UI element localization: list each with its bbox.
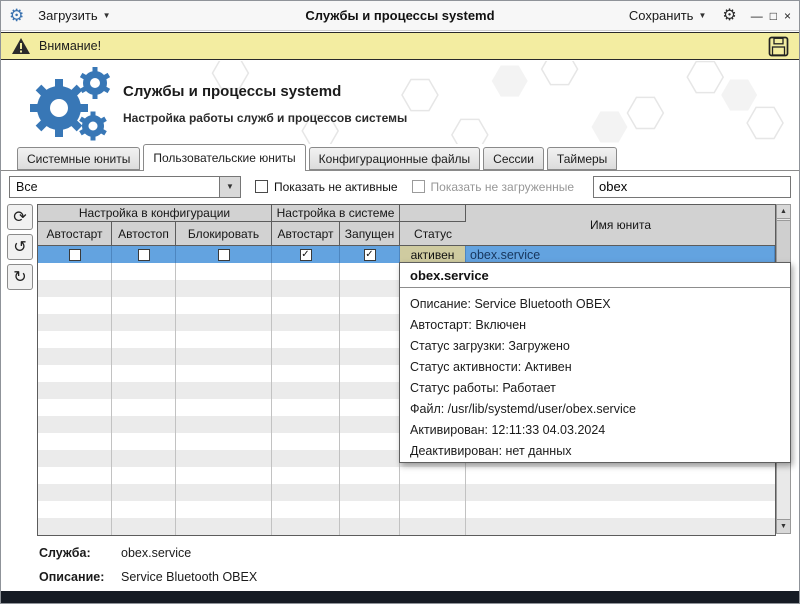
column-header-block: Блокировать bbox=[176, 222, 272, 246]
chevron-down-icon: ▼ bbox=[219, 177, 240, 197]
scope-dropdown-value: Все bbox=[10, 180, 219, 194]
unit-row-obex[interactable]: ✓ ✓ активен obex.service bbox=[38, 246, 775, 263]
block-checkbox[interactable] bbox=[218, 249, 230, 261]
checkbox-icon bbox=[412, 180, 425, 193]
titlebar: Службы и процессы systemd ⚙ Загрузить ▼ … bbox=[1, 1, 799, 31]
maximize-button[interactable]: □ bbox=[770, 10, 777, 22]
scroll-down-button[interactable]: ▼ bbox=[777, 519, 790, 533]
group-header-system: Настройка в системе bbox=[272, 205, 400, 222]
reload-button[interactable]: ↻ bbox=[7, 264, 33, 290]
show-inactive-label: Показать не активные bbox=[274, 180, 398, 194]
show-unloaded-checkbox[interactable]: Показать не загруженные bbox=[412, 180, 574, 194]
tooltip-run-status: Статус работы: Работает bbox=[410, 378, 780, 399]
load-menu-label: Загрузить bbox=[38, 8, 97, 23]
footer-service-row: Служба: obex.service bbox=[39, 546, 191, 560]
refresh-button[interactable]: ⟳ bbox=[7, 204, 33, 230]
tooltip-autostart: Автостарт: Включен bbox=[410, 315, 780, 336]
page-title: Службы и процессы systemd bbox=[123, 83, 341, 100]
show-inactive-checkbox[interactable]: Показать не активные bbox=[255, 180, 398, 194]
column-header-autostop: Автостоп bbox=[112, 222, 176, 246]
column-header-unit-name: Имя юнита bbox=[466, 205, 775, 246]
hexagon-pattern bbox=[1, 61, 799, 144]
autostart-checkbox[interactable] bbox=[69, 249, 81, 261]
tab-timers[interactable]: Таймеры bbox=[547, 147, 617, 170]
tooltip-activated: Активирован: 12:11:33 04.03.2024 bbox=[410, 420, 780, 441]
page-subtitle: Настройка работы служб и процессов систе… bbox=[123, 111, 407, 125]
column-header-autostart-sys: Автостарт bbox=[272, 222, 340, 246]
status-badge: активен bbox=[400, 246, 466, 263]
autostop-checkbox[interactable] bbox=[138, 249, 150, 261]
tab-sessions[interactable]: Сессии bbox=[483, 147, 544, 170]
save-menu-button[interactable]: Сохранить ▼ bbox=[623, 5, 713, 26]
tab-system-units[interactable]: Системные юниты bbox=[17, 147, 140, 170]
gears-logo-icon bbox=[23, 66, 113, 142]
empty-row bbox=[38, 501, 775, 518]
warning-icon bbox=[11, 37, 31, 55]
save-file-button[interactable] bbox=[768, 36, 789, 57]
empty-row bbox=[38, 484, 775, 501]
tab-config-files[interactable]: Конфигурационные файлы bbox=[309, 147, 480, 170]
table-header: Настройка в конфигурации Настройка в сис… bbox=[38, 204, 775, 246]
tooltip-deactivated: Деактивирован: нет данных bbox=[410, 441, 780, 462]
running-checkbox[interactable]: ✓ bbox=[364, 249, 376, 261]
undo-button[interactable]: ↺ bbox=[7, 234, 33, 260]
chevron-down-icon: ▼ bbox=[103, 11, 111, 20]
app-header: Службы и процессы systemd Настройка рабо… bbox=[1, 61, 799, 144]
tooltip-description: Описание: Service Bluetooth OBEX bbox=[410, 294, 780, 315]
show-unloaded-label: Показать не загруженные bbox=[431, 180, 574, 194]
warning-text: Внимание! bbox=[39, 39, 101, 53]
tabbar: Системные юниты Пользовательские юниты К… bbox=[1, 144, 799, 171]
rotate-right-icon: ↻ bbox=[13, 267, 26, 287]
footer-description-row: Описание: Service Bluetooth OBEX bbox=[39, 570, 257, 584]
app-gear-icon: ⚙ bbox=[9, 7, 24, 24]
empty-row bbox=[38, 518, 775, 535]
column-header-running: Запущен bbox=[340, 222, 400, 246]
unit-tooltip: obex.service Описание: Service Bluetooth… bbox=[399, 262, 791, 463]
refresh-icon: ⟳ bbox=[13, 207, 26, 227]
warning-bar: Внимание! bbox=[1, 32, 799, 60]
column-header-status: Статус bbox=[400, 222, 466, 246]
service-value: obex.service bbox=[121, 546, 191, 560]
load-menu-button[interactable]: Загрузить ▼ bbox=[32, 5, 116, 26]
rotate-left-icon: ↺ bbox=[13, 237, 26, 257]
checkbox-icon bbox=[255, 180, 268, 193]
description-label: Описание: bbox=[39, 570, 121, 584]
settings-gear-icon[interactable]: ⚙ bbox=[722, 8, 736, 24]
description-value: Service Bluetooth OBEX bbox=[121, 570, 257, 584]
tooltip-title: obex.service bbox=[400, 263, 790, 288]
group-header-config: Настройка в конфигурации bbox=[38, 205, 272, 222]
close-button[interactable]: × bbox=[784, 10, 791, 22]
empty-row bbox=[38, 467, 775, 484]
tooltip-file: Файл: /usr/lib/systemd/user/obex.service bbox=[410, 399, 780, 420]
service-label: Служба: bbox=[39, 546, 121, 560]
floppy-disk-icon bbox=[768, 36, 789, 57]
scope-dropdown[interactable]: Все ▼ bbox=[9, 176, 241, 198]
unit-name-cell: obex.service bbox=[466, 246, 775, 263]
app-window: Службы и процессы systemd ⚙ Загрузить ▼ … bbox=[0, 0, 800, 604]
autostart-sys-checkbox[interactable]: ✓ bbox=[300, 249, 312, 261]
chevron-down-icon: ▼ bbox=[698, 11, 706, 20]
group-header-empty bbox=[400, 205, 466, 222]
horizontal-scrollbar[interactable] bbox=[1, 591, 799, 603]
scroll-up-button[interactable]: ▲ bbox=[777, 205, 790, 219]
tooltip-active-status: Статус активности: Активен bbox=[410, 357, 780, 378]
column-header-autostart: Автостарт bbox=[38, 222, 112, 246]
filter-bar: Все ▼ Показать не активные Показать не з… bbox=[9, 175, 791, 198]
save-menu-label: Сохранить bbox=[629, 8, 694, 23]
tab-user-units[interactable]: Пользовательские юниты bbox=[143, 144, 305, 171]
tooltip-load-status: Статус загрузки: Загружено bbox=[410, 336, 780, 357]
unit-search-input[interactable] bbox=[593, 176, 791, 198]
minimize-button[interactable]: — bbox=[751, 10, 763, 22]
